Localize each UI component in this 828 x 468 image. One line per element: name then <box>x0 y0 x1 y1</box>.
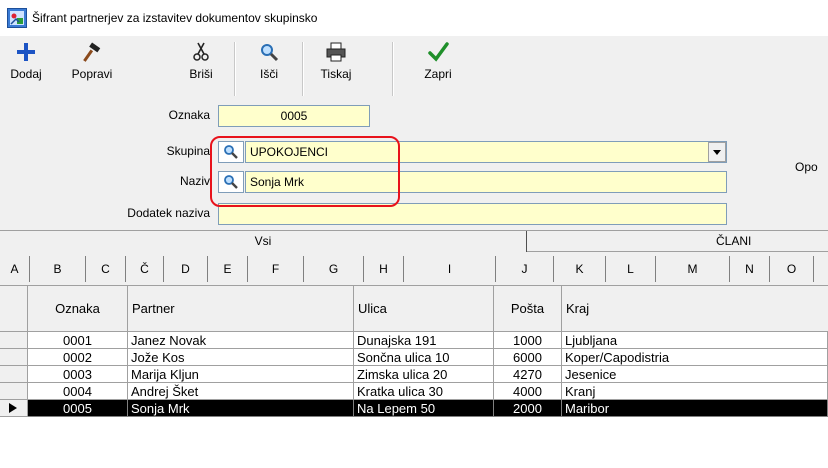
cell-oznaka: 0001 <box>28 332 128 349</box>
cell-partner: Andrej Šket <box>128 383 354 400</box>
oznaka-field[interactable]: 0005 <box>218 105 370 127</box>
cell-ulica: Kratka ulica 30 <box>354 383 494 400</box>
table-row[interactable]: 0001 Janez Novak Dunajska 191 1000 Ljubl… <box>28 332 828 349</box>
tab-letter-k[interactable]: K <box>554 256 606 282</box>
add-label: Dodaj <box>10 67 42 81</box>
group-tabs: Vsi ČLANI <box>0 230 828 252</box>
cell-oznaka: 0003 <box>28 366 128 383</box>
tab-letter-o[interactable]: O <box>770 256 814 282</box>
current-row-arrow-icon <box>9 403 17 413</box>
cell-posta: 2000 <box>494 400 562 417</box>
tab-letter-l[interactable]: L <box>606 256 656 282</box>
cell-kraj: Ljubljana <box>562 332 828 349</box>
tab-letter-c-caron[interactable]: Č <box>126 256 164 282</box>
cell-kraj: Koper/Capodistria <box>562 349 828 366</box>
skupina-label: Skupina <box>166 144 210 158</box>
tab-letter-e[interactable]: E <box>208 256 248 282</box>
cell-oznaka: 0002 <box>28 349 128 366</box>
tab-letter-d[interactable]: D <box>164 256 208 282</box>
edit-button[interactable]: Popravi <box>66 36 118 102</box>
tab-clani[interactable]: ČLANI <box>526 231 828 252</box>
print-button[interactable]: Tiskaj <box>310 36 362 102</box>
row-indicator[interactable] <box>0 349 28 366</box>
tab-letter-j[interactable]: J <box>496 256 554 282</box>
table-row[interactable]: 0002 Jože Kos Sončna ulica 10 6000 Koper… <box>28 349 828 366</box>
app-icon <box>7 8 27 28</box>
cell-partner: Marija Kljun <box>128 366 354 383</box>
dodatek-naziva-label: Dodatek naziva <box>127 206 210 220</box>
delete-button[interactable]: Briši <box>178 36 224 102</box>
column-header-partner[interactable]: Partner <box>128 286 354 332</box>
cell-kraj: Maribor <box>562 400 828 417</box>
row-indicator[interactable] <box>0 366 28 383</box>
oznaka-label: Oznaka <box>168 108 210 122</box>
row-indicator-current[interactable] <box>0 400 28 417</box>
grid-corner <box>0 286 28 332</box>
row-indicator[interactable] <box>0 383 28 400</box>
tab-letter-h[interactable]: H <box>364 256 404 282</box>
tab-letter-f[interactable]: F <box>248 256 304 282</box>
cell-partner: Jože Kos <box>128 349 354 366</box>
partner-grid: Oznaka Partner Ulica Pošta Kraj 0001 Jan… <box>0 286 828 468</box>
letter-tabs: A B C Č D E F G H I J K L M N O <box>0 252 828 286</box>
close-button[interactable]: Zapri <box>412 36 464 102</box>
cell-partner: Sonja Mrk <box>128 400 354 417</box>
cell-ulica: Na Lepem 50 <box>354 400 494 417</box>
cell-posta: 4270 <box>494 366 562 383</box>
toolbar-separator <box>234 42 236 96</box>
cell-oznaka: 0005 <box>28 400 128 417</box>
close-label: Zapri <box>424 67 452 81</box>
column-header-posta[interactable]: Pošta <box>494 286 562 332</box>
naziv-label: Naziv <box>179 174 210 188</box>
print-label: Tiskaj <box>320 67 352 81</box>
edit-label: Popravi <box>71 67 113 81</box>
tab-letter-c[interactable]: C <box>86 256 126 282</box>
magnifier-icon <box>261 44 279 62</box>
window-title: Šifrant partnerjev za izstavitev dokumen… <box>32 11 318 25</box>
table-row[interactable]: 0004 Andrej Šket Kratka ulica 30 4000 Kr… <box>28 383 828 400</box>
tab-letter-a[interactable]: A <box>0 256 30 282</box>
right-label: Opo <box>795 160 818 174</box>
toolbar-separator <box>302 42 304 96</box>
cell-ulica: Dunajska 191 <box>354 332 494 349</box>
cell-ulica: Sončna ulica 10 <box>354 349 494 366</box>
row-indicator[interactable] <box>0 332 28 349</box>
title-bar: Šifrant partnerjev za izstavitev dokumen… <box>0 0 828 36</box>
cell-posta: 6000 <box>494 349 562 366</box>
cell-posta: 1000 <box>494 332 562 349</box>
plus-icon <box>17 43 35 61</box>
tab-letter-m[interactable]: M <box>656 256 730 282</box>
toolbar-separator <box>392 42 394 96</box>
tab-vsi[interactable]: Vsi <box>0 231 527 252</box>
column-header-kraj[interactable]: Kraj <box>562 286 828 332</box>
table-row-selected[interactable]: 0005 Sonja Mrk Na Lepem 50 2000 Maribor <box>28 400 828 417</box>
add-button[interactable]: Dodaj <box>2 36 50 102</box>
search-label: Išči <box>260 67 278 81</box>
highlight-annotation <box>210 136 400 207</box>
printer-icon <box>326 42 346 62</box>
tab-letter-i[interactable]: I <box>404 256 496 282</box>
column-header-ulica[interactable]: Ulica <box>354 286 494 332</box>
checkmark-icon <box>428 42 449 62</box>
search-button[interactable]: Išči <box>246 36 292 102</box>
cell-kraj: Kranj <box>562 383 828 400</box>
cell-partner: Janez Novak <box>128 332 354 349</box>
tab-letter-b[interactable]: B <box>30 256 86 282</box>
tab-letter-n[interactable]: N <box>730 256 770 282</box>
cell-kraj: Jesenice <box>562 366 828 383</box>
cell-ulica: Zimska ulica 20 <box>354 366 494 383</box>
hammer-icon <box>83 42 101 62</box>
table-row[interactable]: 0003 Marija Kljun Zimska ulica 20 4270 J… <box>28 366 828 383</box>
form-panel: Oznaka 0005 Skupina UPOKOJENCI Naziv Son… <box>0 102 828 230</box>
skupina-dropdown-button[interactable] <box>708 142 726 162</box>
scissors-icon <box>193 42 209 61</box>
cell-oznaka: 0004 <box>28 383 128 400</box>
delete-label: Briši <box>189 67 213 81</box>
tab-letter-g[interactable]: G <box>304 256 364 282</box>
cell-posta: 4000 <box>494 383 562 400</box>
toolbar: Dodaj Popravi Briši Išči Tiskaj Zapri <box>0 36 828 102</box>
column-header-oznaka[interactable]: Oznaka <box>28 286 128 332</box>
